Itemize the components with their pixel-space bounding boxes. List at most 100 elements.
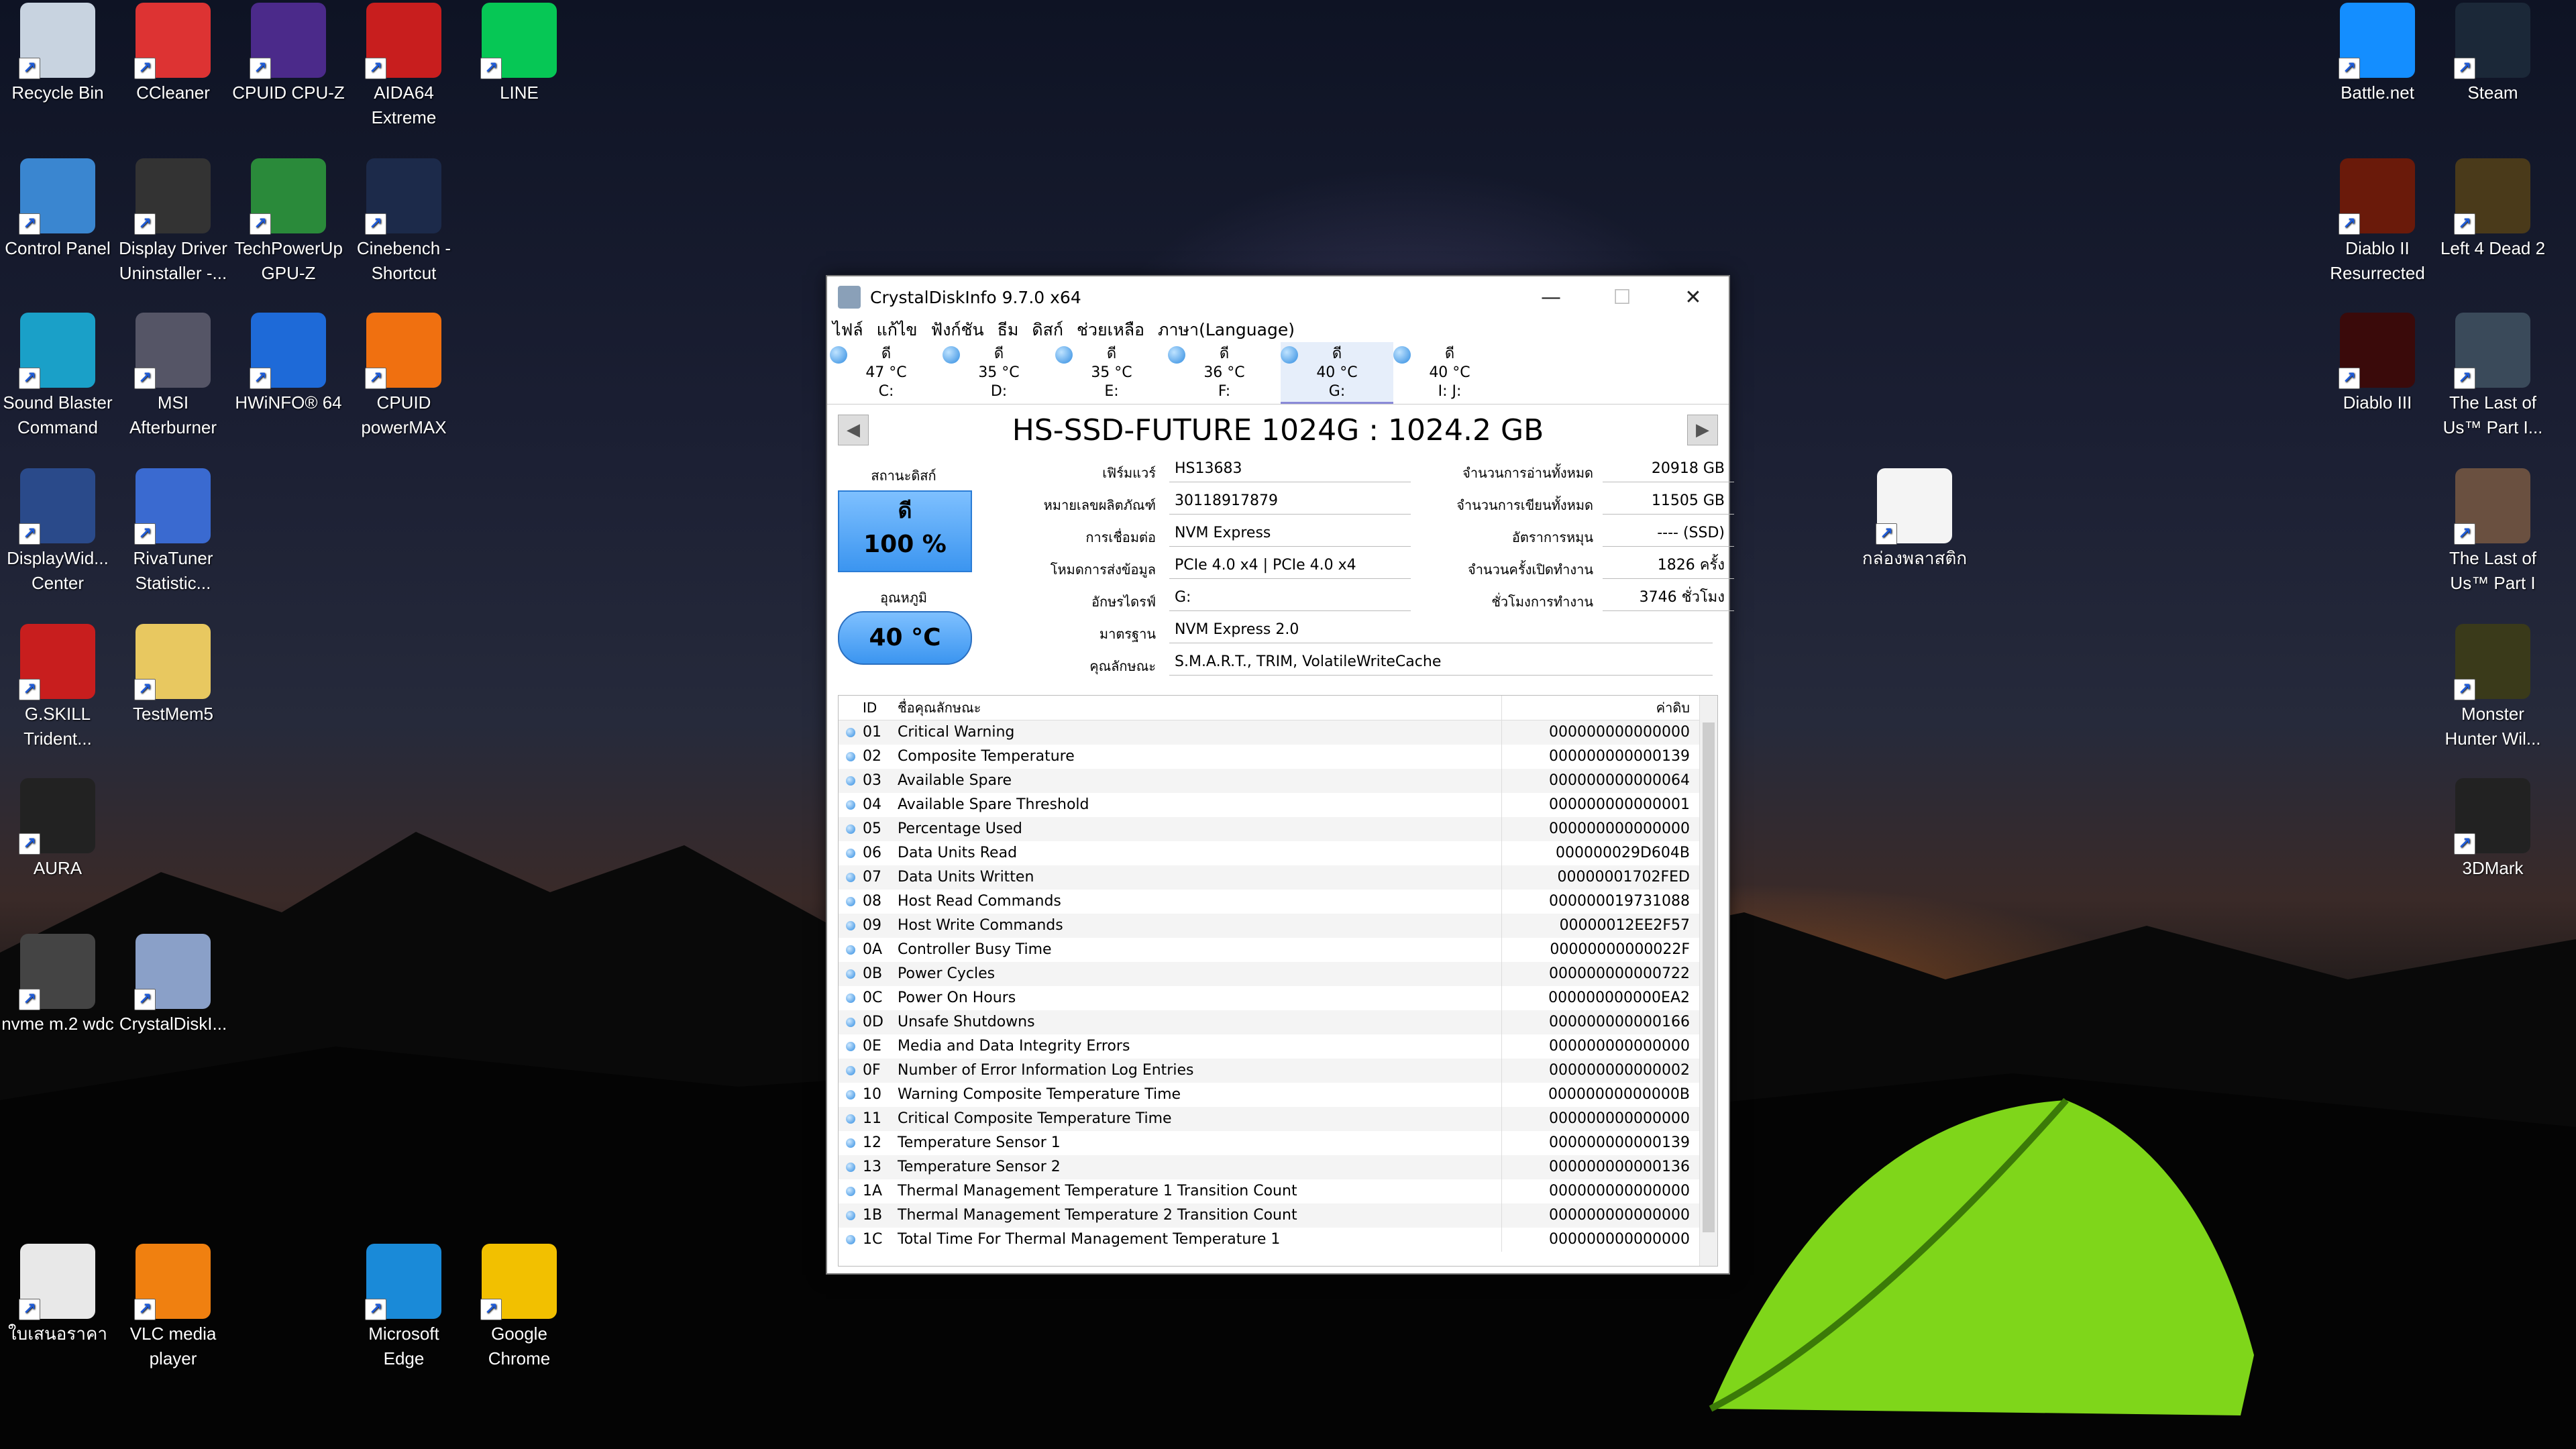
desktop-shortcut[interactable]: ↗ VLC media player [115,1244,231,1385]
aura-icon: ↗ [19,778,95,855]
desktop-shortcut[interactable]: ↗ TechPowerUp GPU-Z [231,158,346,299]
desktop-shortcut[interactable]: ↗ AURA [0,778,115,919]
desktop-shortcut[interactable]: ↗ Recycle Bin [0,3,115,144]
drive-tab-g[interactable]: ดี 40 °C G: [1281,342,1393,404]
table-row[interactable]: 08 Host Read Commands 000000019731088 [839,890,1717,914]
features-label: คุณลักษณะ [1089,658,1156,674]
desktop-shortcut[interactable]: ↗ CrystalDiskI... [115,934,231,1075]
desktop-shortcut[interactable]: ↗ Cinebench - Shortcut [346,158,462,299]
previous-disk-button[interactable]: ◀ [838,415,869,445]
health-status-badge[interactable]: ดี 100 % [838,490,972,572]
desktop-shortcut[interactable]: ↗ Microsoft Edge [346,1244,462,1385]
menu-help[interactable]: ช่วยเหลือ [1077,317,1144,343]
table-row[interactable]: 09 Host Write Commands 00000012EE2F57 [839,914,1717,938]
desktop-shortcut[interactable]: ↗ Google Chrome [462,1244,577,1385]
header-id[interactable]: ID [863,696,898,720]
temperature-badge[interactable]: 40 °C [838,611,972,665]
table-row[interactable]: 0C Power On Hours 000000000000EA2 [839,986,1717,1010]
table-row[interactable]: 12 Temperature Sensor 1 000000000000139 [839,1131,1717,1155]
desktop-shortcut[interactable]: ↗ CCleaner [115,3,231,144]
shortcut-arrow-icon: ↗ [250,213,271,235]
drive-tab-ij[interactable]: ดี 40 °C I: J: [1393,342,1506,404]
shortcut-arrow-icon: ↗ [134,58,156,79]
table-row[interactable]: 04 Available Spare Threshold 0000000000000… [839,793,1717,817]
desktop-shortcut[interactable]: ↗ MSI Afterburner [115,313,231,453]
table-row[interactable]: 01 Critical Warning 000000000000000 [839,720,1717,745]
table-row[interactable]: 02 Composite Temperature 000000000000139 [839,745,1717,769]
table-row[interactable]: 1C Total Time For Thermal Management Temp… [839,1228,1717,1252]
desktop-shortcut[interactable]: ↗ ใบเสนอราคา [0,1244,115,1385]
title-bar[interactable]: CrystalDiskInfo 9.7.0 x64 — ☐ ✕ [827,276,1729,318]
total-writes-label: จำนวนการเขียนทั้งหมด [1456,497,1593,513]
header-name[interactable]: ชื่อคุณลักษณะ [898,696,1502,720]
status-dot-icon [839,1010,863,1034]
desktop-shortcut[interactable]: ↗ nvme m.2 wdc [0,934,115,1075]
desktop-shortcut[interactable]: ↗ Diablo II Resurrected [2320,158,2435,299]
table-row[interactable]: 0D Unsafe Shutdowns 000000000000166 [839,1010,1717,1034]
menu-theme[interactable]: ธีม [998,317,1019,343]
desktop-shortcut[interactable]: ↗ DisplayWid... Center [0,468,115,609]
desktop-shortcut[interactable]: ↗ Diablo III [2320,313,2435,453]
desktop-icon-label: TechPowerUp GPU-Z [234,238,343,283]
health-dot-icon [830,346,847,364]
menu-function[interactable]: ฟังก์ชัน [931,317,984,343]
desktop-shortcut[interactable]: ↗ CPUID powerMAX [346,313,462,453]
menu-file[interactable]: ไฟล์ [833,317,863,343]
next-disk-button[interactable]: ▶ [1687,415,1718,445]
table-row[interactable]: 05 Percentage Used 000000000000000 [839,817,1717,841]
desktop-shortcut[interactable]: ↗ AIDA64 Extreme [346,3,462,144]
desktop-shortcut[interactable]: ↗ The Last of Us™ Part I... [2435,313,2551,453]
desktop-shortcut[interactable]: ↗ Monster Hunter Wil... [2435,624,2551,765]
desktop-shortcut[interactable]: ↗ Battle.net [2320,3,2435,144]
menu-disk[interactable]: ดิสก์ [1032,317,1063,343]
table-row[interactable]: 03 Available Spare 000000000000064 [839,769,1717,793]
health-dot-icon [1393,346,1411,364]
desktop-shortcut[interactable]: ↗ Steam [2435,3,2551,144]
desktop-icon-label: G.SKILL Trident... [23,704,92,749]
desktop-shortcut[interactable]: ↗ The Last of Us™ Part I [2435,468,2551,609]
drive-tab-f[interactable]: ดี 36 °C F: [1168,342,1281,404]
desktop-shortcut[interactable]: ↗ Left 4 Dead 2 [2435,158,2551,299]
shortcut-arrow-icon: ↗ [19,833,40,855]
minimize-button[interactable]: — [1515,276,1587,318]
table-row[interactable]: 1B Thermal Management Temperature 2 Trans… [839,1203,1717,1228]
desktop-shortcut[interactable]: ↗ RivaTuner Statistic... [115,468,231,609]
menu-edit[interactable]: แก้ไข [877,317,918,343]
smart-table[interactable]: ID ชื่อคุณลักษณะ ค่าดิบ 01 Critical Warni… [838,695,1718,1267]
drive-tab-c[interactable]: ดี 47 °C C: [830,342,943,404]
table-row[interactable]: 0F Number of Error Information Log Entrie… [839,1059,1717,1083]
table-row[interactable]: 0B Power Cycles 000000000000722 [839,962,1717,986]
table-row[interactable]: 06 Data Units Read 000000029D604B [839,841,1717,865]
desktop-shortcut[interactable]: ↗ Display Driver Uninstaller -... [115,158,231,299]
desktop-shortcut[interactable]: ↗ กล่องพลาสติก [1857,468,1972,609]
smart-scrollbar[interactable] [1699,696,1717,1266]
table-row[interactable]: 1A Thermal Management Temperature 1 Trans… [839,1179,1717,1203]
scrollbar-thumb[interactable] [1703,722,1715,1232]
firmware-value: HS13683 [1169,455,1411,482]
table-row[interactable]: 13 Temperature Sensor 2 000000000000136 [839,1155,1717,1179]
close-button[interactable]: ✕ [1658,276,1729,318]
desktop-shortcut[interactable]: ↗ CPUID CPU-Z [231,3,346,144]
table-row[interactable]: 0A Controller Busy Time 00000000000022F [839,938,1717,962]
drive-tab-d[interactable]: ดี 35 °C D: [943,342,1055,404]
smart-attribute-name: Host Write Commands [898,914,1502,938]
table-row[interactable]: 0E Media and Data Integrity Errors 0000000… [839,1034,1717,1059]
table-row[interactable]: 10 Warning Composite Temperature Time 0000… [839,1083,1717,1107]
header-raw-value[interactable]: ค่าดิบ [1502,696,1698,720]
menu-language[interactable]: ภาษา(Language) [1158,317,1295,343]
desktop-shortcut[interactable]: ↗ TestMem5 [115,624,231,765]
desktop-shortcut[interactable]: ↗ HWiNFO® 64 [231,313,346,453]
tent-image [1709,1097,2254,1415]
desktop-shortcut[interactable]: ↗ Control Panel [0,158,115,299]
smart-raw-value: 000000000000000 [1549,1110,1690,1127]
table-row[interactable]: 07 Data Units Written 00000001702FED [839,865,1717,890]
status-dot-icon [839,720,863,745]
maximize-button[interactable]: ☐ [1587,276,1658,318]
desktop-shortcut[interactable]: ↗ 3DMark [2435,778,2551,919]
table-row[interactable]: 11 Critical Composite Temperature Time 000… [839,1107,1717,1131]
desktop-shortcut[interactable]: ↗ Sound Blaster Command [0,313,115,453]
shortcut-arrow-icon: ↗ [19,58,40,79]
desktop-shortcut[interactable]: ↗ G.SKILL Trident... [0,624,115,765]
desktop-shortcut[interactable]: ↗ LINE [462,3,577,144]
drive-tab-e[interactable]: ดี 35 °C E: [1055,342,1168,404]
